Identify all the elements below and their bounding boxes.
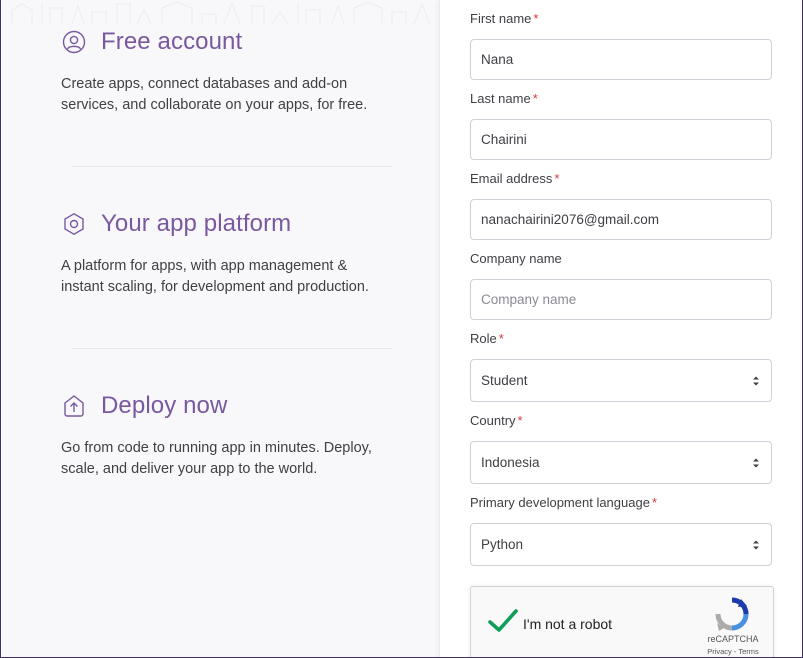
role-label: Role *: [470, 331, 504, 346]
first-name-field[interactable]: Nana: [470, 39, 772, 80]
select-arrows-icon: [751, 375, 761, 387]
country-group: Country * Indonesia: [470, 413, 772, 484]
captcha-label: I'm not a robot: [523, 616, 613, 632]
required-mark: *: [498, 331, 504, 346]
email-field[interactable]: nanachairini2076@gmail.com: [470, 199, 772, 240]
language-select[interactable]: Python: [470, 523, 772, 566]
divider: [72, 348, 392, 349]
signup-form: First name * Nana Last name * Chairini Ema…: [439, 0, 802, 657]
first-name-group: First name * Nana: [470, 11, 772, 80]
company-group: Company name Company name: [470, 251, 772, 320]
last-name-label: Last name *: [470, 91, 538, 106]
feature-app-platform: Your app platform A platform for apps, w…: [61, 209, 411, 298]
required-mark: *: [554, 171, 560, 186]
hexagon-icon: [61, 211, 87, 237]
last-name-group: Last name * Chairini: [470, 91, 772, 160]
feature-title: Your app platform: [101, 210, 292, 237]
email-value: nanachairini2076@gmail.com: [481, 212, 660, 227]
role-select[interactable]: Student: [470, 359, 772, 402]
language-group: Primary development language * Python: [470, 495, 772, 566]
last-name-value: Chairini: [481, 132, 527, 147]
first-name-value: Nana: [481, 52, 514, 67]
first-name-label: First name *: [470, 11, 539, 26]
feature-description: Go from code to running app in minutes. …: [61, 440, 372, 477]
recaptcha-brand: reCAPTCHA: [707, 634, 759, 644]
user-circle-icon: [61, 29, 87, 55]
feature-title: Deploy now: [101, 392, 228, 419]
last-name-field[interactable]: Chairini: [470, 119, 772, 160]
recaptcha-links[interactable]: Privacy - Terms: [703, 647, 763, 656]
feature-description: Create apps, connect databases and add-o…: [61, 76, 368, 113]
language-label: Primary development language *: [470, 495, 657, 510]
feature-description: A platform for apps, with app management…: [61, 258, 369, 295]
email-label: Email address *: [470, 171, 560, 186]
divider: [72, 166, 392, 167]
signup-page: Free account Create apps, connect databa…: [0, 0, 803, 658]
email-group: Email address * nanachairini2076@gmail.co…: [470, 171, 772, 240]
feature-free-account: Free account Create apps, connect databa…: [61, 27, 411, 116]
country-select[interactable]: Indonesia: [470, 441, 772, 484]
required-mark: *: [517, 413, 523, 428]
upload-icon: [61, 393, 87, 419]
feature-deploy-now: Deploy now Go from code to running app i…: [61, 391, 411, 480]
country-value: Indonesia: [481, 455, 540, 470]
required-mark: *: [533, 11, 539, 26]
checkmark-icon[interactable]: [487, 607, 519, 635]
required-mark: *: [651, 495, 657, 510]
role-group: Role * Student: [470, 331, 772, 402]
company-label: Company name: [470, 251, 562, 266]
select-arrows-icon: [751, 539, 761, 551]
language-value: Python: [481, 537, 524, 552]
required-mark: *: [532, 91, 538, 106]
recaptcha-widget: I'm not a robot reCAPTCHA Privacy - Term…: [470, 586, 774, 657]
company-name-field[interactable]: Company name: [470, 279, 772, 320]
recaptcha-logo-icon: [715, 597, 749, 631]
country-label: Country *: [470, 413, 523, 428]
company-placeholder: Company name: [481, 292, 577, 307]
select-arrows-icon: [751, 457, 761, 469]
features-panel: Free account Create apps, connect databa…: [2, 0, 439, 657]
role-value: Student: [481, 373, 528, 388]
feature-title: Free account: [101, 28, 243, 55]
decorative-skyline: [11, 1, 431, 24]
